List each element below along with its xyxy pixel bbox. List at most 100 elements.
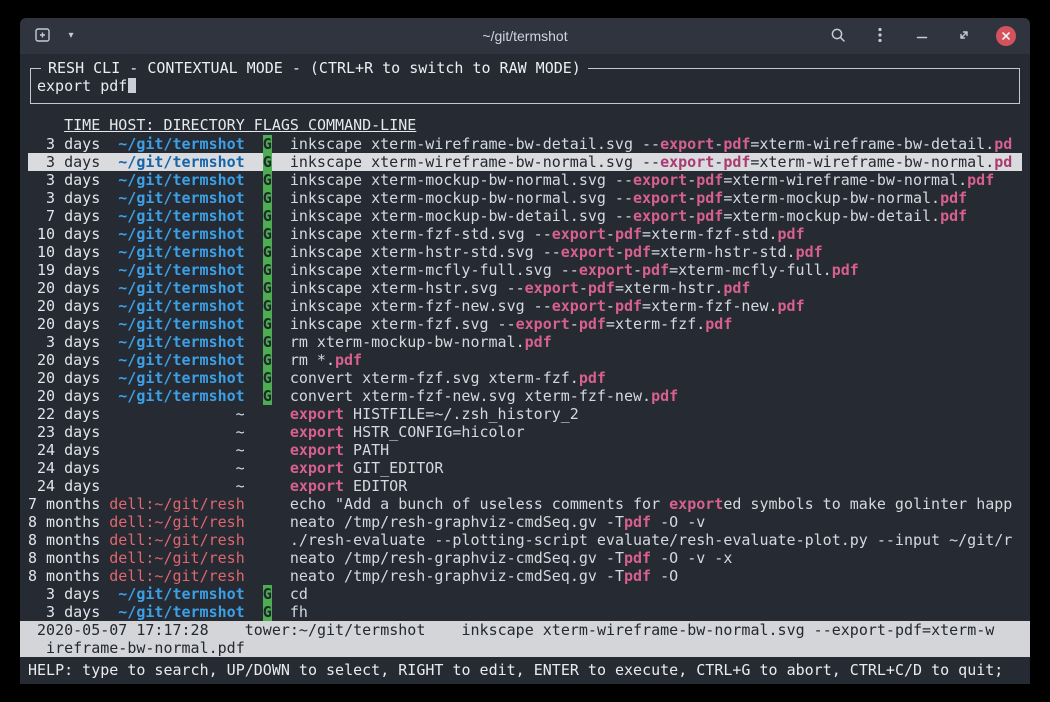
history-row[interactable]: 8 monthsdell:~/git/resh neato /tmp/resh-… <box>28 513 1022 531</box>
row-time: 22 days <box>28 405 100 423</box>
history-row[interactable]: 19 days~/git/termshotGinkscape xterm-mcf… <box>28 261 1022 279</box>
search-button[interactable] <box>828 26 848 46</box>
history-row[interactable]: 24 days~ export GIT_EDITOR <box>28 459 1022 477</box>
row-host: ~/git/termshot <box>109 225 244 243</box>
row-flag: G <box>263 207 272 225</box>
row-flag: G <box>263 387 272 405</box>
row-flag <box>263 495 272 513</box>
row-flag: G <box>263 351 272 369</box>
history-rows: 3 days ~/git/termshot Ginkscape xterm-wire… <box>28 135 1022 621</box>
row-time: 3 days <box>28 603 100 621</box>
help-bar: HELP: type to search, UP/DOWN to select,… <box>28 661 1022 679</box>
search-input[interactable]: export pdf <box>37 77 136 95</box>
history-row[interactable]: 20 days~/git/termshotGinkscape xterm-fzf… <box>28 297 1022 315</box>
history-row[interactable]: 3 days~/git/termshotGinkscape xterm-mock… <box>28 171 1022 189</box>
row-flag <box>263 441 272 459</box>
history-row[interactable]: 20 days~/git/termshotGinkscape xterm-fzf… <box>28 315 1022 333</box>
history-row[interactable]: 7 monthsdell:~/git/resh echo "Add a bunc… <box>28 495 1022 513</box>
history-row[interactable]: 8 monthsdell:~/git/resh neato /tmp/resh-… <box>28 549 1022 567</box>
history-row[interactable]: 8 monthsdell:~/git/resh neato /tmp/resh-… <box>28 567 1022 585</box>
row-host: ~/git/termshot <box>109 387 244 405</box>
row-host: ~ <box>109 423 244 441</box>
row-command: inkscape xterm-mockup-bw-normal.svg --ex… <box>290 171 1022 189</box>
history-row[interactable]: 20 days ~/git/termshot Gconvert xterm-fzf-… <box>28 387 1022 405</box>
row-host: ~/git/termshot <box>109 207 244 225</box>
history-row[interactable]: 22 days ~ export HISTFILE=~/.zsh_history_… <box>28 405 1022 423</box>
row-flag: G <box>263 261 272 279</box>
row-flag <box>263 459 272 477</box>
history-row[interactable]: 7 days ~/git/termshot Ginkscape xterm-mock… <box>28 207 1022 225</box>
row-host: dell:~/git/resh <box>109 513 244 531</box>
history-row[interactable]: 10 days~/git/termshotGinkscape xterm-hst… <box>28 243 1022 261</box>
minimize-button[interactable] <box>912 26 932 46</box>
row-time: 8 months <box>28 549 100 567</box>
row-time: 20 days <box>28 315 100 333</box>
restore-button[interactable] <box>954 26 974 46</box>
row-host: ~ <box>109 405 244 423</box>
chevron-down-icon: ▾ <box>68 31 73 41</box>
row-time: 20 days <box>28 387 100 405</box>
row-time: 7 days <box>28 207 100 225</box>
new-tab-button[interactable] <box>34 26 54 46</box>
row-flag <box>263 513 272 531</box>
history-row[interactable]: 23 days~ export HSTR_CONFIG=hicolor <box>28 423 1022 441</box>
restore-icon <box>957 28 971 45</box>
row-host: ~/git/termshot <box>109 135 244 153</box>
history-row[interactable]: 24 days~ export EDITOR <box>28 477 1022 495</box>
history-row[interactable]: 8 monthsdell:~/git/resh ./resh-evaluate … <box>28 531 1022 549</box>
row-command: export PATH <box>290 441 1022 459</box>
menu-button[interactable] <box>870 26 890 46</box>
row-host: ~ <box>109 459 244 477</box>
row-command: fh <box>290 603 1022 621</box>
new-tab-icon <box>35 27 53 46</box>
history-row[interactable]: 20 days~/git/termshotGconvert xterm-fzf.… <box>28 369 1022 387</box>
terminal-screen: RESH CLI - CONTEXTUAL MODE - (CTRL+R to … <box>20 54 1030 684</box>
history-row[interactable]: 24 days~ export PATH <box>28 441 1022 459</box>
row-host: ~ <box>109 441 244 459</box>
text-cursor <box>128 78 136 93</box>
row-time: 3 days <box>28 333 100 351</box>
history-row[interactable]: 10 days~/git/termshotGinkscape xterm-fzf… <box>28 225 1022 243</box>
table-header: TIME HOST: DIRECTORY FLAGS COMMAND-LINE <box>28 116 1022 134</box>
row-command: inkscape xterm-wireframe-bw-normal.svg -… <box>290 153 1022 171</box>
history-row[interactable]: 20 days~/git/termshotGinkscape xterm-hst… <box>28 279 1022 297</box>
row-host: dell:~/git/resh <box>109 549 244 567</box>
row-host: ~/git/termshot <box>109 243 244 261</box>
row-command: rm xterm-mockup-bw-normal.pdf <box>290 333 1022 351</box>
history-row[interactable]: 3 days~/git/termshotGrm xterm-mockup-bw-… <box>28 333 1022 351</box>
row-host: ~/git/termshot <box>109 351 244 369</box>
titlebar-right-group <box>828 26 1016 46</box>
history-row[interactable]: 3 days~/git/termshotGinkscape xterm-wire… <box>28 153 1022 171</box>
row-host: ~/git/termshot <box>109 279 244 297</box>
row-command: inkscape xterm-mockup-bw-normal.svg --ex… <box>290 189 1022 207</box>
tab-dropdown-button[interactable]: ▾ <box>61 26 81 46</box>
row-host: dell:~/git/resh <box>109 495 244 513</box>
row-time: 8 months <box>28 531 100 549</box>
row-command: cd <box>290 585 1022 603</box>
terminal-window: ▾ ~/git/termshot <box>20 18 1030 684</box>
row-command: inkscape xterm-mcfly-full.svg --export-p… <box>290 261 1022 279</box>
row-command: convert xterm-fzf-new.svg xterm-fzf-new.… <box>290 387 1022 405</box>
row-command: export GIT_EDITOR <box>290 459 1022 477</box>
history-row[interactable]: 3 days~/git/termshotGfh <box>28 603 1022 621</box>
row-command: export HISTFILE=~/.zsh_history_2 <box>290 405 1022 423</box>
row-time: 3 days <box>28 135 100 153</box>
close-button[interactable] <box>996 26 1016 46</box>
row-command: inkscape xterm-hstr.svg --export-pdf=xte… <box>290 279 1022 297</box>
search-panel: RESH CLI - CONTEXTUAL MODE - (CTRL+R to … <box>30 68 1020 104</box>
history-row[interactable]: 3 days~/git/termshotGinkscape xterm-mock… <box>28 189 1022 207</box>
row-host: ~/git/termshot <box>109 585 244 603</box>
status-line-1: 2020-05-07 17:17:28 tower:~/git/termshot… <box>28 621 1022 639</box>
row-time: 10 days <box>28 225 100 243</box>
history-row[interactable]: 3 days~/git/termshotGcd <box>28 585 1022 603</box>
table-header-text: TIME HOST: DIRECTORY FLAGS COMMAND-LINE <box>64 116 416 134</box>
row-flag <box>263 567 272 585</box>
row-command: inkscape xterm-mockup-bw-detail.svg --ex… <box>290 207 1022 225</box>
status-bar: 2020-05-07 17:17:28 tower:~/git/termshot… <box>20 621 1030 657</box>
row-time: 3 days <box>28 171 100 189</box>
history-row[interactable]: 3 days~/git/termshotGinkscape xterm-wire… <box>28 135 1022 153</box>
row-flag: G <box>263 225 272 243</box>
row-time: 20 days <box>28 297 100 315</box>
history-row[interactable]: 20 days~/git/termshotGrm *.pdf <box>28 351 1022 369</box>
row-flag: G <box>263 603 272 621</box>
